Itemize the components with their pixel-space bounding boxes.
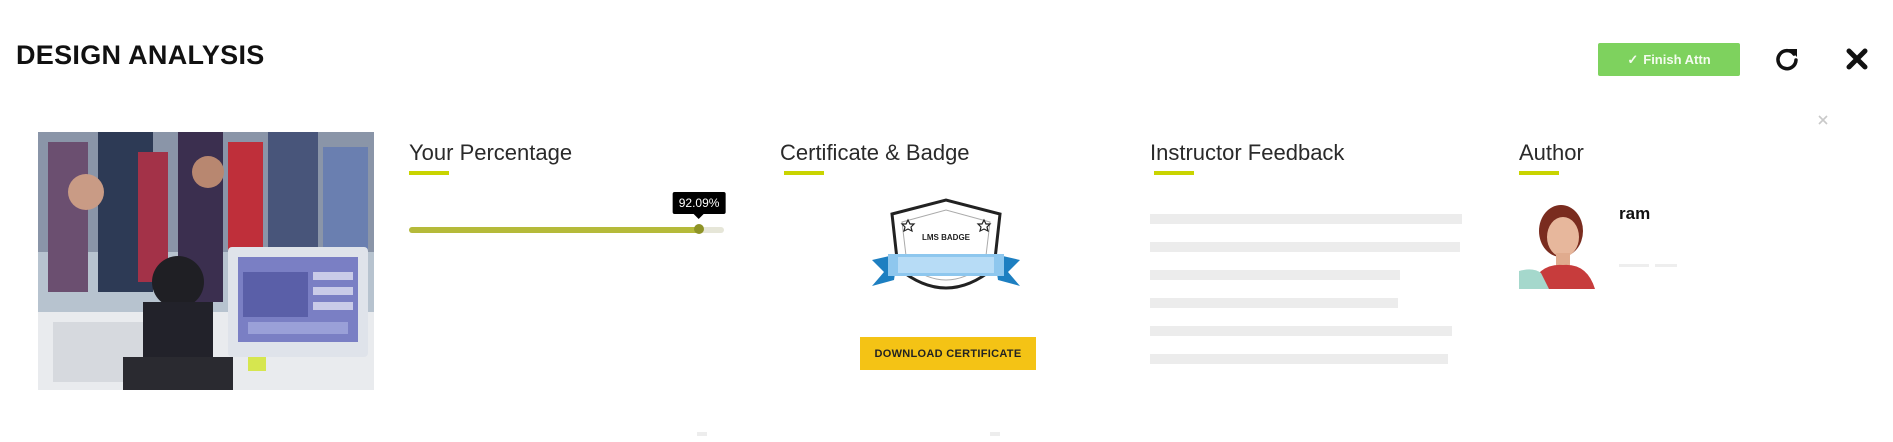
badge-label: LMS BADGE [922,233,971,242]
feedback-heading: Instructor Feedback [1150,140,1345,165]
finish-attempt-button[interactable]: ✓ Finish Attn [1598,43,1740,76]
percentage-tooltip: 92.09% [672,192,726,219]
feedback-heading-underline [1154,171,1194,175]
certificate-heading: Certificate & Badge [780,140,970,165]
classroom-photo [38,132,374,390]
close-icon [1846,48,1868,70]
page-title: DESIGN ANALYSIS [16,40,265,70]
author-avatar [1519,197,1599,289]
percentage-progress-fill [409,227,700,233]
carousel-dot [697,432,707,436]
author-meta-blurred [1619,254,1689,267]
close-button[interactable] [1840,42,1874,76]
refresh-button[interactable] [1770,42,1804,76]
check-icon: ✓ [1627,51,1639,67]
percentage-progress-bar [409,224,724,234]
author-heading: Author [1519,140,1584,165]
author-name: ram [1619,204,1651,223]
feedback-text-blurred [1150,205,1470,364]
author-heading-underline [1519,171,1559,175]
dismiss-button[interactable] [1815,112,1831,128]
course-thumbnail [38,132,374,390]
lms-badge-image: LMS BADGE [858,196,1034,318]
small-close-icon [1818,115,1828,125]
download-certificate-button[interactable]: DOWNLOAD CERTIFICATE [860,337,1036,370]
refresh-icon [1776,48,1798,71]
carousel-dot [990,432,1000,436]
percentage-heading: Your Percentage [409,140,573,165]
certificate-heading-underline [784,171,824,175]
finish-attempt-label: Finish Attn [1643,52,1711,67]
percentage-progress-handle [694,224,705,234]
percentage-heading-underline [409,171,449,175]
